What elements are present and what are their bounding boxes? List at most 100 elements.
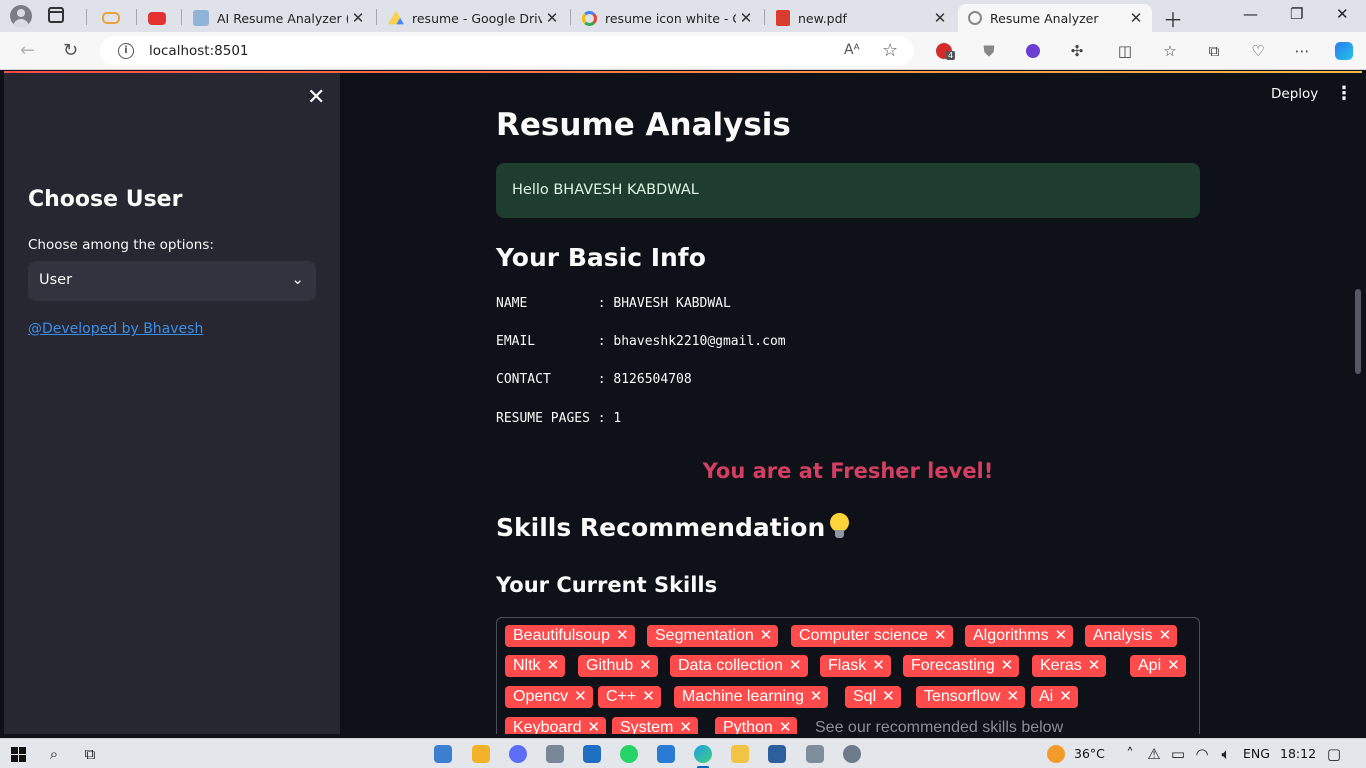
- app-icon[interactable]: [843, 745, 861, 763]
- close-tab-icon[interactable]: ✕: [348, 9, 368, 27]
- back-arrow-icon[interactable]: ←: [20, 40, 35, 61]
- shield-extension-icon[interactable]: ⛊: [979, 41, 999, 61]
- collections-icon[interactable]: ⧉: [1204, 41, 1224, 61]
- volume-icon[interactable]: 🔈︎: [1216, 744, 1236, 764]
- search-icon[interactable]: ⌕: [44, 744, 64, 764]
- user-type-select[interactable]: User ⌄: [28, 261, 316, 301]
- close-tab-icon[interactable]: ✕: [736, 9, 756, 27]
- tab-resume-analyzer[interactable]: Resume Analyzer ✕: [958, 4, 1152, 32]
- wifi-icon[interactable]: ◠: [1192, 744, 1212, 764]
- profile-avatar-icon[interactable]: [10, 5, 32, 27]
- split-screen-icon[interactable]: ◫: [1115, 41, 1135, 61]
- skill-chip[interactable]: Github ✕: [578, 655, 658, 677]
- remove-skill-icon[interactable]: ✕: [588, 719, 601, 734]
- task-view-icon[interactable]: ⧉: [80, 744, 100, 764]
- skill-chip[interactable]: Nltk ✕: [505, 655, 566, 677]
- tab-actions-icon[interactable]: [48, 7, 64, 23]
- remove-skill-icon[interactable]: ✕: [810, 688, 823, 705]
- notepad-icon[interactable]: [806, 745, 824, 763]
- skills-multiselect[interactable]: Beautifulsoup ✕ Segmentation ✕ Computer scie…: [496, 617, 1200, 734]
- vscode-icon[interactable]: [657, 745, 675, 763]
- skill-chip[interactable]: Algorithms ✕: [965, 625, 1074, 647]
- tab-youtube[interactable]: [138, 4, 180, 32]
- extensions-puzzle-icon[interactable]: ✣: [1067, 41, 1087, 61]
- favorites-icon[interactable]: ☆: [1160, 41, 1180, 61]
- remove-skill-icon[interactable]: ✕: [1006, 688, 1019, 705]
- desktop-app-icon[interactable]: [434, 745, 452, 763]
- edge-icon[interactable]: [694, 745, 712, 763]
- clock-text[interactable]: 18:12: [1280, 746, 1316, 761]
- remove-skill-icon[interactable]: ✕: [1159, 627, 1172, 644]
- adblock-extension-icon[interactable]: 4: [934, 41, 956, 61]
- tab-google-drive[interactable]: resume - Google Drive ✕: [378, 4, 568, 32]
- whatsapp-icon[interactable]: [620, 745, 638, 763]
- tab-ai-resume-analyzer[interactable]: AI Resume Analyzer (PAI ✕: [183, 4, 374, 32]
- skill-chip[interactable]: Keyboard ✕: [505, 717, 607, 734]
- app-icon[interactable]: [509, 745, 527, 763]
- close-tab-icon[interactable]: ✕: [930, 9, 950, 27]
- url-text[interactable]: localhost:8501: [149, 43, 249, 59]
- skill-chip[interactable]: Data collection ✕: [670, 655, 808, 677]
- app-icon[interactable]: [768, 745, 786, 763]
- security-icon[interactable]: ⚠: [1144, 744, 1164, 764]
- skill-chip[interactable]: Analysis ✕: [1085, 625, 1178, 647]
- outlook-icon[interactable]: [583, 745, 601, 763]
- refresh-icon[interactable]: ↻: [63, 40, 78, 61]
- weather-icon[interactable]: [1046, 744, 1066, 764]
- app-icon[interactable]: [546, 745, 564, 763]
- developer-link[interactable]: @Developed by Bhavesh: [28, 321, 203, 337]
- skill-chip[interactable]: Computer science ✕: [791, 625, 953, 647]
- remove-skill-icon[interactable]: ✕: [872, 657, 885, 674]
- battery-icon[interactable]: ▭: [1168, 744, 1188, 764]
- skill-chip[interactable]: Ai ✕: [1031, 686, 1078, 708]
- performance-icon[interactable]: ♡: [1248, 41, 1268, 61]
- favorite-star-icon[interactable]: ☆: [882, 40, 898, 61]
- more-options-icon[interactable]: ⋯: [1292, 41, 1312, 61]
- main-menu-icon[interactable]: ⋮: [1335, 83, 1353, 104]
- address-bar[interactable]: i localhost:8501 Aᴬ ☆: [100, 36, 914, 66]
- store-app-icon[interactable]: [472, 745, 490, 763]
- windows-start-icon[interactable]: [8, 744, 28, 764]
- file-explorer-icon[interactable]: [731, 745, 749, 763]
- close-sidebar-icon[interactable]: ✕: [307, 85, 325, 110]
- remove-skill-icon[interactable]: ✕: [934, 627, 947, 644]
- temperature-text[interactable]: 36°C: [1074, 746, 1105, 761]
- skill-chip[interactable]: Opencv ✕: [505, 686, 593, 708]
- remove-skill-icon[interactable]: ✕: [789, 657, 802, 674]
- skill-chip[interactable]: Tensorflow ✕: [916, 686, 1026, 708]
- skill-chip[interactable]: Api ✕: [1130, 655, 1186, 677]
- skills-placeholder[interactable]: See our recommended skills below: [815, 717, 1063, 734]
- remove-skill-icon[interactable]: ✕: [882, 688, 895, 705]
- skill-chip[interactable]: Forecasting ✕: [903, 655, 1020, 677]
- skill-chip[interactable]: Keras ✕: [1032, 655, 1107, 677]
- tab-group[interactable]: [92, 4, 134, 32]
- close-window-icon[interactable]: ✕: [1336, 5, 1349, 23]
- skill-chip[interactable]: System ✕: [612, 717, 698, 734]
- skill-chip[interactable]: C++ ✕: [598, 686, 661, 708]
- minimize-icon[interactable]: —: [1243, 5, 1258, 23]
- remove-skill-icon[interactable]: ✕: [639, 657, 652, 674]
- skill-chip[interactable]: Beautifulsoup ✕: [505, 625, 635, 647]
- skill-chip[interactable]: Machine learning ✕: [674, 686, 829, 708]
- skill-chip[interactable]: Sql ✕: [845, 686, 901, 708]
- skill-chip[interactable]: Segmentation ✕: [647, 625, 779, 647]
- remove-skill-icon[interactable]: ✕: [1001, 657, 1014, 674]
- remove-skill-icon[interactable]: ✕: [642, 688, 655, 705]
- remove-skill-icon[interactable]: ✕: [616, 627, 629, 644]
- tab-new-pdf[interactable]: new.pdf ✕: [766, 4, 956, 32]
- purple-extension-icon[interactable]: [1023, 41, 1043, 61]
- remove-skill-icon[interactable]: ✕: [547, 657, 560, 674]
- remove-skill-icon[interactable]: ✕: [760, 627, 773, 644]
- remove-skill-icon[interactable]: ✕: [1088, 657, 1101, 674]
- skill-chip[interactable]: Flask ✕: [820, 655, 891, 677]
- remove-skill-icon[interactable]: ✕: [1055, 627, 1068, 644]
- notifications-icon[interactable]: ▢: [1324, 744, 1344, 764]
- scrollbar-thumb[interactable]: [1355, 289, 1361, 374]
- site-info-icon[interactable]: i: [118, 43, 134, 59]
- remove-skill-icon[interactable]: ✕: [574, 688, 587, 705]
- skill-chip[interactable]: Python ✕: [715, 717, 798, 734]
- close-tab-icon[interactable]: ✕: [1126, 9, 1146, 27]
- show-hidden-icons-icon[interactable]: ˄: [1120, 744, 1140, 764]
- read-aloud-icon[interactable]: Aᴬ: [844, 42, 860, 58]
- copilot-icon[interactable]: [1334, 41, 1354, 61]
